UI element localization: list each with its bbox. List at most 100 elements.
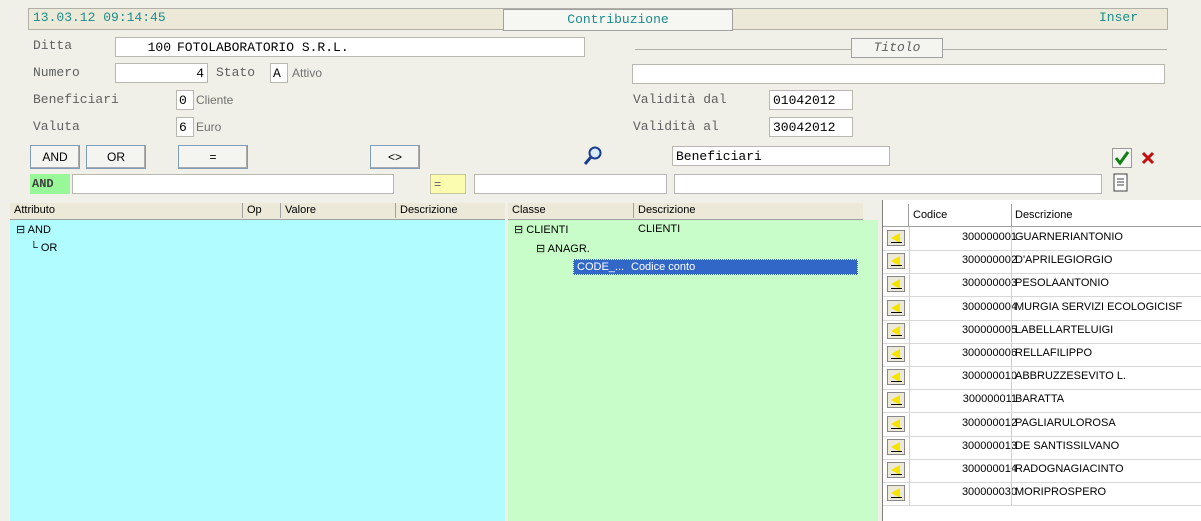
select-arrow-icon[interactable] (887, 346, 905, 362)
select-arrow-icon[interactable] (887, 230, 905, 246)
table-row[interactable]: 300000006 RELLAFILIPPO (883, 343, 1201, 367)
table-row[interactable]: 300000004 MURGIA SERVIZI ECOLOGICISF (883, 296, 1201, 321)
equals-button[interactable]: = (178, 145, 248, 169)
row-codice: 300000013 (961, 439, 1017, 452)
beneficiari-field[interactable]: 0 (176, 90, 194, 110)
col-valore[interactable]: Valore (280, 203, 395, 218)
document-icon[interactable] (1112, 172, 1130, 194)
table-row[interactable]: 300000003 PESOLAANTONIO (883, 273, 1201, 298)
mid-table-header: Classe Descrizione (508, 203, 863, 220)
stato-field[interactable]: A (270, 63, 288, 83)
row-codice: 300000001 (961, 231, 1017, 243)
tree-node-clienti[interactable]: ⊟ CLIENTI (514, 223, 568, 236)
eq-tag: = (430, 174, 466, 194)
condition-tree-panel[interactable]: ⊟ AND └ OR (10, 220, 505, 521)
table-row[interactable]: 300000012 PAGLIARULOROSA (883, 412, 1201, 437)
numero-field[interactable]: 4 (115, 63, 208, 83)
row-descrizione: RADOGNAGIACINTO (1015, 463, 1124, 475)
row-codice: 300000011 (962, 393, 1017, 406)
validita-dal-field[interactable]: 01042012 (769, 90, 853, 110)
window-title: Contribuzione (503, 9, 733, 31)
tree-node-or[interactable]: └ OR (30, 242, 57, 254)
tree-node-code-desc: Codice conto (631, 261, 696, 273)
tree-node-and-label: AND (27, 224, 51, 236)
and-tag: AND (30, 174, 70, 194)
table-row[interactable]: 300000014 RADOGNAGIACINTO (883, 459, 1201, 483)
class-tree-panel[interactable]: ⊟ CLIENTI CLIENTI ⊟ ANAGR. CODE_... Codi… (508, 220, 878, 521)
row-descrizione: PAGLIARULOROSA (1015, 416, 1116, 429)
select-arrow-icon[interactable] (887, 253, 905, 270)
expression-value-field[interactable] (474, 174, 667, 194)
tree-node-code-selected[interactable]: CODE_... Codice conto (573, 259, 858, 275)
ditta-name: FOTOLABORATORIO S.R.L. (177, 40, 349, 55)
and-button[interactable]: AND (30, 145, 80, 169)
row-codice: 300000030 (961, 486, 1017, 499)
row-descrizione: BARATTA (1015, 393, 1065, 406)
stato-text: Attivo (292, 66, 323, 80)
stato-label: Stato (216, 65, 256, 80)
not-equal-button[interactable]: <> (370, 145, 420, 169)
grid-col-codice[interactable]: Codice (913, 209, 947, 221)
tree-node-and[interactable]: ⊟ AND (16, 223, 51, 236)
col-descrizione[interactable]: Descrizione (395, 203, 500, 218)
titolo-tab[interactable]: Titolo (851, 38, 943, 58)
col-classe[interactable]: Classe (508, 203, 632, 218)
select-arrow-icon[interactable] (887, 392, 905, 409)
expression-attr-field[interactable] (72, 174, 394, 194)
datetime-display: 13.03.12 09:14:45 (33, 10, 166, 25)
ditta-code: 100 (147, 40, 171, 55)
row-descrizione: DE SANTISSILVANO (1015, 439, 1120, 452)
select-arrow-icon[interactable] (887, 485, 905, 502)
col-mid-descrizione[interactable]: Descrizione (633, 203, 858, 218)
row-descrizione: ABBRUZZESEVITO L. (1015, 370, 1127, 383)
grid-col-descrizione[interactable]: Descrizione (1015, 209, 1072, 221)
titolo-field[interactable] (632, 64, 1165, 84)
row-codice: 300000002 (961, 254, 1017, 267)
col-attributo[interactable]: Attributo (10, 203, 239, 218)
row-codice: 300000014 (961, 463, 1017, 475)
select-arrow-icon[interactable] (887, 462, 905, 478)
row-codice: 300000003 (961, 277, 1017, 290)
select-arrow-icon[interactable] (887, 276, 905, 293)
table-row[interactable]: 300000002 D'APRILEGIORGIO (883, 250, 1201, 275)
select-arrow-icon[interactable] (887, 299, 905, 316)
or-button[interactable]: OR (86, 145, 146, 169)
col-op[interactable]: Op (242, 203, 277, 218)
select-arrow-icon[interactable] (887, 369, 905, 386)
select-arrow-icon[interactable] (887, 322, 905, 339)
clients-grid[interactable]: Codice Descrizione 300000001 GUARNERIANTO… (882, 200, 1201, 521)
cancel-icon[interactable] (1138, 148, 1158, 168)
expression-desc-field[interactable] (674, 174, 1102, 194)
select-arrow-icon[interactable] (887, 415, 905, 432)
confirm-icon[interactable] (1112, 148, 1132, 168)
table-row[interactable]: 300000010 ABBRUZZESEVITO L. (883, 366, 1201, 391)
tree-node-code-label: CODE_... (577, 261, 625, 273)
row-codice: 300000005 (961, 323, 1017, 336)
table-row[interactable]: 300000011 BARATTA (883, 389, 1201, 414)
row-codice: 300000006 (961, 347, 1017, 359)
table-row[interactable]: 300000005 LABELLARTELUIGI (883, 319, 1201, 344)
ditta-field[interactable]: 100 FOTOLABORATORIO S.R.L. (115, 37, 585, 57)
table-row[interactable]: 300000001 GUARNERIANTONIO (883, 227, 1201, 251)
beneficiari-text: Cliente (196, 93, 234, 107)
search-icon[interactable] (582, 145, 604, 167)
ditta-label: Ditta (33, 38, 73, 53)
validita-al-field[interactable]: 30042012 (769, 117, 853, 137)
tree-node-anagr[interactable]: ⊟ ANAGR. (536, 242, 590, 255)
tree-node-clienti-label: CLIENTI (526, 224, 569, 236)
tree-node-anagr-label: ANAGR. (547, 243, 590, 255)
select-arrow-icon[interactable] (887, 438, 905, 455)
row-descrizione: GUARNERIANTONIO (1015, 231, 1123, 243)
row-codice: 300000010 (961, 370, 1017, 383)
table-row[interactable]: 300000030 MORIPROSPERO (883, 482, 1201, 507)
numero-label: Numero (33, 65, 80, 80)
validita-al-label: Validità al (633, 119, 719, 134)
row-descrizione: RELLAFILIPPO (1015, 347, 1093, 359)
tree-node-clienti-desc: CLIENTI (638, 223, 681, 235)
table-row[interactable]: 300000013 DE SANTISSILVANO (883, 435, 1201, 460)
valuta-field[interactable]: 6 (176, 117, 194, 137)
beneficiari-search-field[interactable]: Beneficiari (672, 146, 890, 166)
valuta-text: Euro (196, 120, 222, 134)
tree-node-or-label: OR (40, 242, 58, 254)
valuta-label: Valuta (33, 119, 80, 134)
